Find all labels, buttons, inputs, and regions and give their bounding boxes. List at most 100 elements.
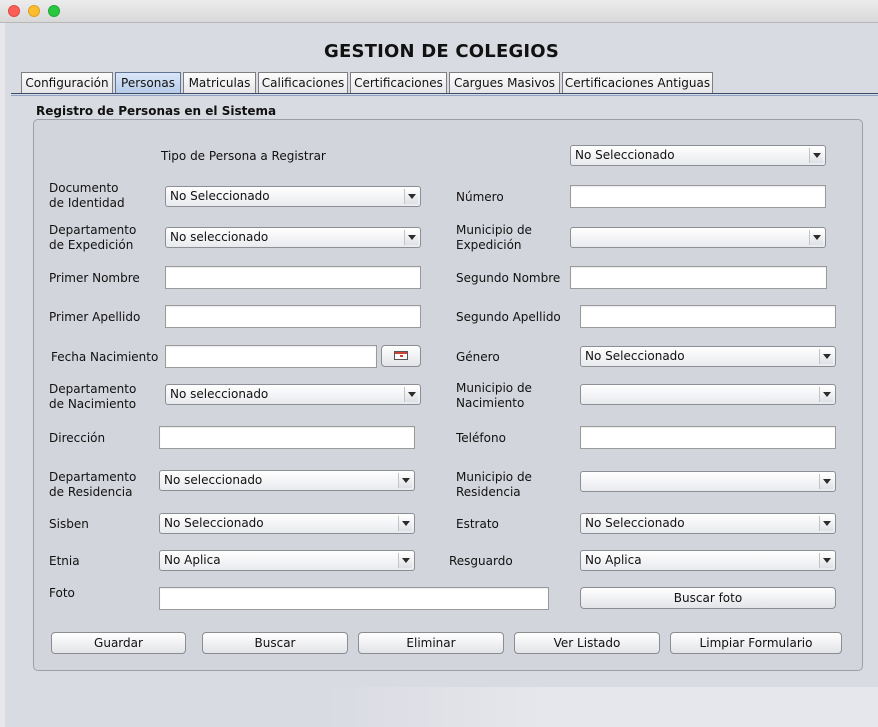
fecha-nacimiento-input[interactable] xyxy=(165,345,377,368)
tab-certificaciones[interactable]: Certificaciones xyxy=(350,72,447,93)
chevron-down-icon xyxy=(819,474,833,489)
municipio-expedicion-label-line1: Municipio de xyxy=(456,223,532,237)
etnia-select[interactable]: No Aplica xyxy=(159,550,415,571)
buscar-foto-button[interactable]: Buscar foto xyxy=(580,587,836,609)
chevron-down-icon xyxy=(404,230,418,245)
municipio-residencia-label-line2: Residencia xyxy=(456,485,521,499)
telefono-input[interactable] xyxy=(580,426,836,449)
documento-label-line2: de Identidad xyxy=(49,196,125,210)
estrato-select[interactable]: No Seleccionado xyxy=(580,513,836,534)
segundo-nombre-label: Segundo Nombre xyxy=(456,271,561,285)
municipio-expedicion-select[interactable] xyxy=(570,227,826,248)
segundo-apellido-input[interactable] xyxy=(580,305,836,328)
estrato-value: No Seleccionado xyxy=(585,516,685,530)
depto-nacimiento-label-line1: Departamento xyxy=(49,382,137,396)
chevron-down-icon xyxy=(819,553,833,568)
fecha-nacimiento-label: Fecha Nacimiento xyxy=(51,350,159,364)
tipo-persona-label: Tipo de Persona a Registrar xyxy=(161,149,326,163)
tab-configuracion[interactable]: Configuración xyxy=(21,72,113,93)
chevron-down-icon xyxy=(819,516,833,531)
calendar-icon xyxy=(394,351,408,360)
calendar-button[interactable] xyxy=(381,345,421,367)
resguardo-value: No Aplica xyxy=(585,553,642,567)
chevron-down-icon xyxy=(404,387,418,402)
maximize-window-button[interactable] xyxy=(48,5,60,17)
direccion-input[interactable] xyxy=(159,426,415,449)
etnia-value: No Aplica xyxy=(164,553,221,567)
primer-nombre-input[interactable] xyxy=(165,266,421,289)
primer-nombre-label: Primer Nombre xyxy=(49,271,140,285)
ver-listado-button[interactable]: Ver Listado xyxy=(514,632,660,654)
segundo-nombre-input[interactable] xyxy=(570,266,827,289)
genero-label: Género xyxy=(456,350,500,364)
app-window: GESTION DE COLEGIOS Configuración Person… xyxy=(5,23,878,727)
sisben-value: No Seleccionado xyxy=(164,516,264,530)
tipo-persona-value: No Seleccionado xyxy=(575,148,675,162)
panel-title: Registro de Personas en el Sistema xyxy=(36,104,277,118)
depto-expedicion-select[interactable]: No seleccionado xyxy=(165,227,421,248)
chevron-down-icon xyxy=(819,387,833,402)
documento-label: Documento de Identidad xyxy=(49,181,125,211)
numero-label: Número xyxy=(456,190,504,204)
tab-cargues-masivos[interactable]: Cargues Masivos xyxy=(449,72,560,93)
tab-calificaciones[interactable]: Calificaciones xyxy=(258,72,348,93)
depto-nacimiento-select[interactable]: No seleccionado xyxy=(165,384,421,405)
municipio-residencia-label: Municipio de Residencia xyxy=(456,470,532,500)
depto-residencia-value: No seleccionado xyxy=(164,473,263,487)
primer-apellido-input[interactable] xyxy=(165,305,421,328)
chevron-down-icon xyxy=(809,230,823,245)
municipio-nacimiento-label-line1: Municipio de xyxy=(456,381,532,395)
documento-value: No Seleccionado xyxy=(170,189,270,203)
resguardo-select[interactable]: No Aplica xyxy=(580,550,836,571)
tab-certificaciones-antiguas[interactable]: Certificaciones Antiguas xyxy=(562,72,713,93)
depto-nacimiento-label: Departamento de Nacimiento xyxy=(49,382,136,412)
depto-residencia-select[interactable]: No seleccionado xyxy=(159,470,415,491)
depto-expedicion-label-line1: Departamento xyxy=(49,223,137,237)
chevron-down-icon xyxy=(809,148,823,163)
primer-apellido-label: Primer Apellido xyxy=(49,310,141,324)
depto-nacimiento-label-line2: de Nacimiento xyxy=(49,397,137,411)
tab-personas[interactable]: Personas xyxy=(115,72,181,93)
foto-label: Foto xyxy=(49,586,75,600)
foto-path-input[interactable] xyxy=(159,587,549,610)
tipo-persona-select[interactable]: No Seleccionado xyxy=(570,145,826,166)
direccion-label: Dirección xyxy=(49,431,106,445)
minimize-window-button[interactable] xyxy=(28,5,40,17)
depto-residencia-label-line1: Departamento xyxy=(49,470,137,484)
documento-label-line1: Documento xyxy=(49,181,119,195)
numero-input[interactable] xyxy=(570,185,826,208)
municipio-residencia-label-line1: Municipio de xyxy=(456,470,532,484)
resguardo-label: Resguardo xyxy=(449,554,513,568)
telefono-label: Teléfono xyxy=(456,431,506,445)
chevron-down-icon xyxy=(398,553,412,568)
close-window-button[interactable] xyxy=(8,5,20,17)
segundo-apellido-label: Segundo Apellido xyxy=(456,310,561,324)
limpiar-formulario-button[interactable]: Limpiar Formulario xyxy=(670,632,842,654)
eliminar-button[interactable]: Eliminar xyxy=(358,632,504,654)
chevron-down-icon xyxy=(404,189,418,204)
sisben-label: Sisben xyxy=(49,517,89,531)
municipio-nacimiento-label-line2: Nacimiento xyxy=(456,396,525,410)
municipio-expedicion-label: Municipio de Expedición xyxy=(456,223,532,253)
tab-divider xyxy=(11,93,878,94)
sisben-select[interactable]: No Seleccionado xyxy=(159,513,415,534)
chevron-down-icon xyxy=(819,349,833,364)
depto-expedicion-label-line2: de Expedición xyxy=(49,238,134,252)
genero-select[interactable]: No Seleccionado xyxy=(580,346,836,367)
depto-residencia-label: Departamento de Residencia xyxy=(49,470,136,500)
chevron-down-icon xyxy=(398,516,412,531)
tab-matriculas[interactable]: Matriculas xyxy=(183,72,256,93)
app-title: GESTION DE COLEGIOS xyxy=(324,41,559,62)
chevron-down-icon xyxy=(398,473,412,488)
guardar-button[interactable]: Guardar xyxy=(51,632,186,654)
estrato-label: Estrato xyxy=(456,517,499,531)
municipio-residencia-select[interactable] xyxy=(580,471,836,492)
etnia-label: Etnia xyxy=(49,554,80,568)
depto-residencia-label-line2: de Residencia xyxy=(49,485,133,499)
documento-select[interactable]: No Seleccionado xyxy=(165,186,421,207)
genero-value: No Seleccionado xyxy=(585,349,685,363)
window-titlebar xyxy=(0,0,878,23)
buscar-button[interactable]: Buscar xyxy=(202,632,348,654)
depto-expedicion-value: No seleccionado xyxy=(170,230,269,244)
municipio-nacimiento-select[interactable] xyxy=(580,384,836,405)
